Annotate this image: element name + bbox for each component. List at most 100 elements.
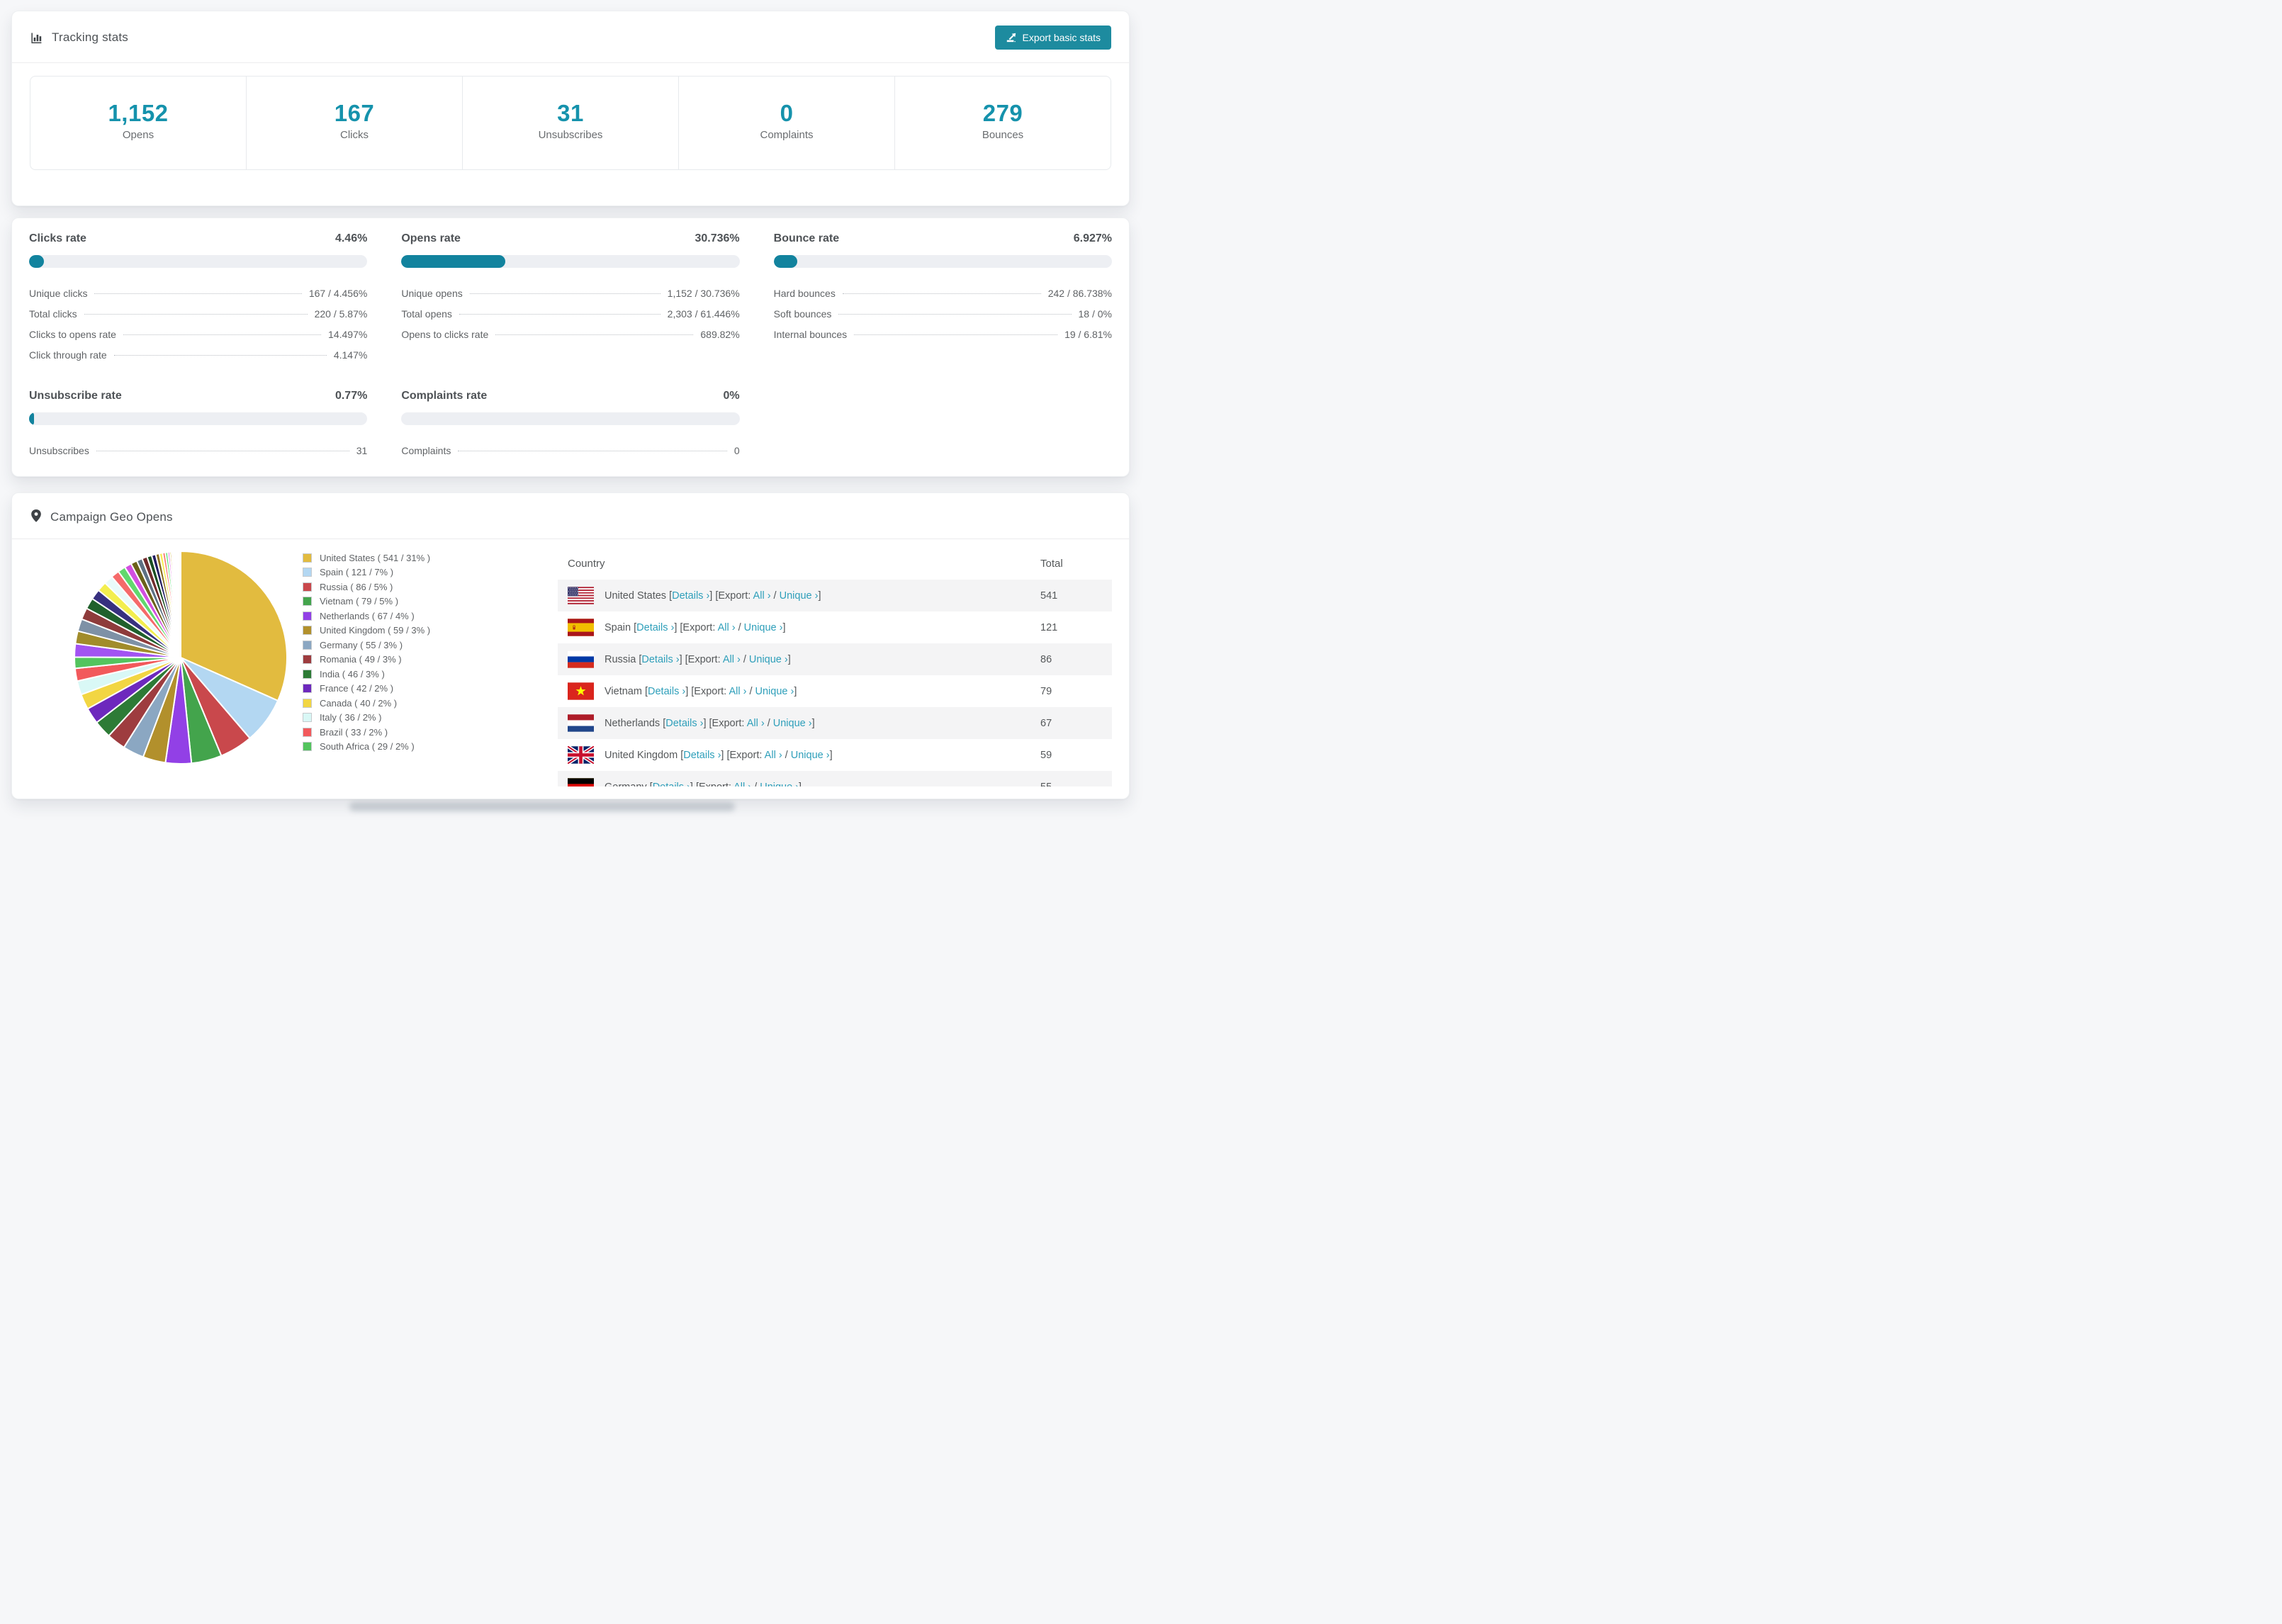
progress-bar bbox=[29, 412, 368, 425]
export-unique-link[interactable]: Unique › bbox=[749, 654, 788, 665]
legend-item-vietnam[interactable]: Vietnam ( 79 / 5% ) bbox=[303, 594, 558, 609]
country-links: Russia [Details ›] [Export: All › / Uniq… bbox=[605, 653, 791, 665]
legend-label: United States ( 541 / 31% ) bbox=[320, 552, 431, 563]
details-link[interactable]: Details › bbox=[636, 622, 674, 633]
country-cell-td: United Kingdom [Details ›] [Export: All … bbox=[558, 739, 1030, 771]
rate-title: Unsubscribe rate bbox=[29, 390, 122, 402]
rate-detail-label: Total opens bbox=[401, 308, 452, 320]
export-unique-link[interactable]: Unique › bbox=[773, 718, 812, 729]
legend-swatch bbox=[303, 553, 312, 563]
export-unique-link[interactable]: Unique › bbox=[760, 782, 799, 787]
legend-swatch bbox=[303, 582, 312, 592]
rate-title: Clicks rate bbox=[29, 232, 86, 244]
horizontal-scrollbar-thumb[interactable] bbox=[349, 802, 735, 811]
legend-item-united-states[interactable]: United States ( 541 / 31% ) bbox=[303, 551, 558, 565]
progress-bar bbox=[773, 255, 1112, 268]
rate-value: 0.77% bbox=[335, 390, 368, 402]
legend-item-united-kingdom[interactable]: United Kingdom ( 59 / 3% ) bbox=[303, 624, 558, 638]
legend-label: Romania ( 49 / 3% ) bbox=[320, 654, 402, 665]
export-unique-link[interactable]: Unique › bbox=[780, 590, 819, 602]
rate-detail-row: Unsubscribes 31 bbox=[29, 441, 367, 461]
geo-pie-chart bbox=[12, 548, 303, 771]
dotted-leader bbox=[459, 314, 661, 315]
export-all-link[interactable]: All › bbox=[734, 782, 751, 787]
dotted-leader bbox=[842, 293, 1041, 294]
rate-detail-row: Opens to clicks rate 689.82% bbox=[401, 325, 739, 345]
rate-title: Complaints rate bbox=[401, 390, 488, 402]
rate-detail-value: 1,152 / 30.736% bbox=[667, 288, 740, 299]
rate-detail-value: 31 bbox=[356, 445, 368, 456]
legend-item-netherlands[interactable]: Netherlands ( 67 / 4% ) bbox=[303, 609, 558, 624]
country-links: Spain [Details ›] [Export: All › / Uniqu… bbox=[605, 621, 786, 633]
bar-chart-icon bbox=[30, 30, 44, 45]
legend-item-canada[interactable]: Canada ( 40 / 2% ) bbox=[303, 696, 558, 711]
campaign-geo-opens-card: Campaign Geo Opens United States ( 541 /… bbox=[11, 492, 1130, 799]
export-all-link[interactable]: All › bbox=[753, 590, 771, 602]
export-all-link[interactable]: All › bbox=[729, 686, 746, 697]
rate-detail-label: Internal bounces bbox=[773, 329, 848, 340]
legend-label: India ( 46 / 3% ) bbox=[320, 668, 385, 680]
export-basic-stats-button[interactable]: Export basic stats bbox=[994, 26, 1111, 50]
legend-item-romania[interactable]: Romania ( 49 / 3% ) bbox=[303, 653, 558, 667]
rate-detail-value: 4.147% bbox=[333, 349, 368, 361]
rate-detail-value: 14.497% bbox=[328, 329, 368, 340]
rate-detail-value: 0 bbox=[734, 445, 740, 456]
legend-item-germany[interactable]: Germany ( 55 / 3% ) bbox=[303, 638, 558, 653]
flag-icon-vn bbox=[568, 682, 594, 700]
legend-swatch bbox=[303, 742, 312, 752]
table-row-nl: Netherlands [Details ›] [Export: All › /… bbox=[558, 707, 1112, 739]
export-all-link[interactable]: All › bbox=[765, 750, 782, 761]
legend-swatch bbox=[303, 611, 312, 621]
country-cell-td: United States [Details ›] [Export: All ›… bbox=[558, 580, 1030, 611]
export-unique-link[interactable]: Unique › bbox=[744, 622, 783, 633]
details-link[interactable]: Details › bbox=[653, 782, 690, 787]
rate-detail-label: Unsubscribes bbox=[29, 445, 89, 456]
rate-detail-value: 18 / 0% bbox=[1078, 308, 1112, 320]
legend-item-spain[interactable]: Spain ( 121 / 7% ) bbox=[303, 565, 558, 580]
details-link[interactable]: Details › bbox=[665, 718, 703, 729]
table-row-es: Spain [Details ›] [Export: All › / Uniqu… bbox=[558, 611, 1112, 643]
country-links: Netherlands [Details ›] [Export: All › /… bbox=[605, 717, 815, 729]
page: Tracking stats Export basic stats 1,152 O… bbox=[0, 0, 1141, 812]
total-cell: 541 bbox=[1030, 580, 1112, 611]
legend-label: Russia ( 86 / 5% ) bbox=[320, 581, 393, 592]
progress-bar-fill bbox=[401, 255, 506, 268]
rate-value: 4.46% bbox=[335, 232, 368, 244]
stat-value: 167 bbox=[334, 100, 375, 126]
rates-card: Clicks rate 4.46% Unique clicks 167 / 4.456… bbox=[11, 218, 1130, 477]
legend-item-india[interactable]: India ( 46 / 3% ) bbox=[303, 667, 558, 682]
stat-label: Clicks bbox=[340, 129, 369, 141]
legend-item-russia[interactable]: Russia ( 86 / 5% ) bbox=[303, 580, 558, 594]
details-link[interactable]: Details › bbox=[648, 686, 685, 697]
stat-label: Unsubscribes bbox=[538, 129, 603, 141]
country-links: United Kingdom [Details ›] [Export: All … bbox=[605, 749, 833, 761]
rate-detail-row: Click through rate 4.147% bbox=[29, 345, 367, 366]
legend-item-france[interactable]: France ( 42 / 2% ) bbox=[303, 682, 558, 697]
flag-icon-us bbox=[568, 587, 594, 604]
legend-item-italy[interactable]: Italy ( 36 / 2% ) bbox=[303, 711, 558, 726]
details-link[interactable]: Details › bbox=[683, 750, 721, 761]
rate-detail-label: Hard bounces bbox=[773, 288, 836, 299]
legend-item-south-africa[interactable]: South Africa ( 29 / 2% ) bbox=[303, 740, 558, 755]
legend-label: Vietnam ( 79 / 5% ) bbox=[320, 596, 399, 607]
dotted-leader bbox=[854, 334, 1058, 335]
export-all-link[interactable]: All › bbox=[718, 622, 736, 633]
export-all-link[interactable]: All › bbox=[723, 654, 741, 665]
legend-item-brazil[interactable]: Brazil ( 33 / 2% ) bbox=[303, 725, 558, 740]
country-name: Vietnam bbox=[605, 685, 645, 697]
table-row-gb: United Kingdom [Details ›] [Export: All … bbox=[558, 739, 1112, 771]
geo-header: Campaign Geo Opens bbox=[12, 493, 1129, 539]
details-link[interactable]: Details › bbox=[672, 590, 709, 602]
legend-swatch bbox=[303, 698, 312, 708]
details-link[interactable]: Details › bbox=[641, 654, 679, 665]
rate-value: 0% bbox=[723, 390, 740, 402]
export-all-link[interactable]: All › bbox=[747, 718, 765, 729]
dotted-leader bbox=[94, 293, 302, 294]
progress-bar bbox=[401, 255, 740, 268]
total-cell: 79 bbox=[1040, 685, 1052, 697]
rate-block-bounce-rate: Bounce rate 6.927% Hard bounces 242 / 86.73… bbox=[773, 232, 1112, 366]
export-unique-link[interactable]: Unique › bbox=[755, 686, 794, 697]
progress-bar-fill bbox=[29, 255, 45, 268]
export-unique-link[interactable]: Unique › bbox=[791, 750, 830, 761]
country-links: Germany [Details ›] [Export: All › / Uni… bbox=[605, 782, 802, 787]
